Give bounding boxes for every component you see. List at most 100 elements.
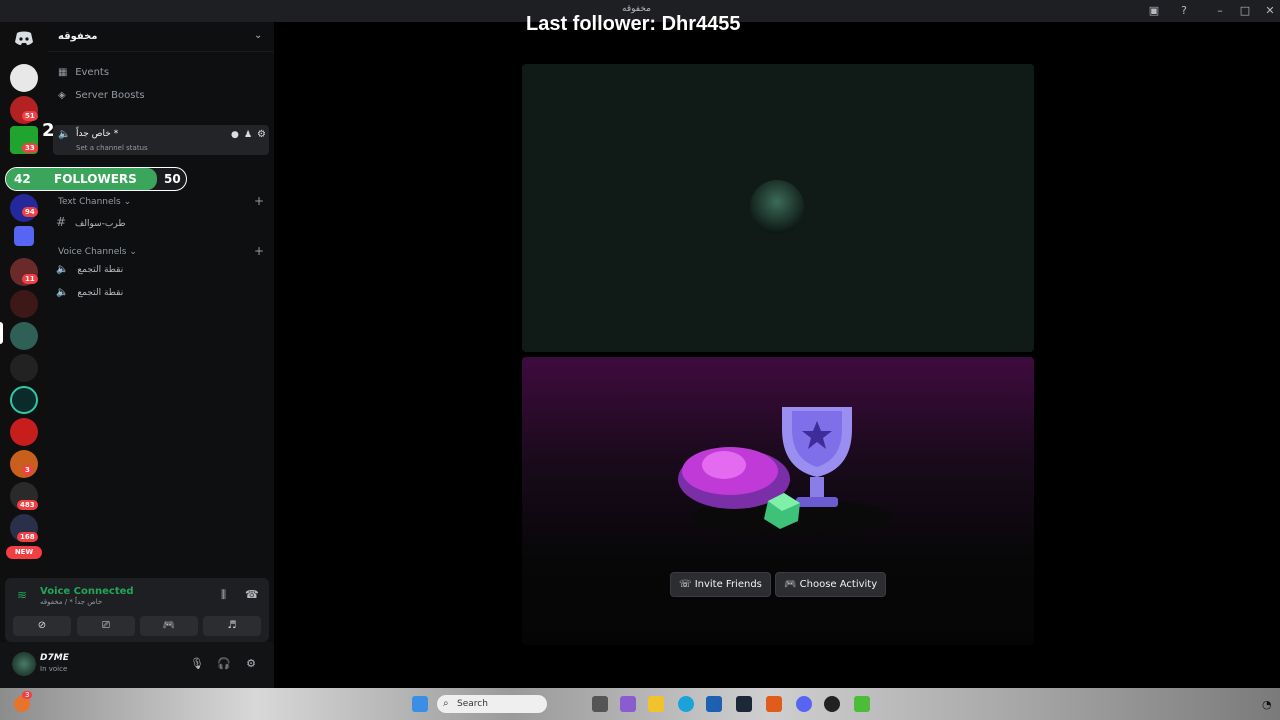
choose-activity-label: Choose Activity (799, 579, 878, 590)
invite-friends-label: Invite Friends (694, 579, 762, 590)
category-voice-label: Voice Channels (58, 247, 127, 257)
server-name: مخفوقه (58, 31, 98, 42)
discord-taskbar-icon[interactable] (796, 696, 812, 712)
voice-connected-channel[interactable]: خاص جداً * / مخفوقه (40, 598, 102, 606)
channel-status-hint[interactable]: Set a channel status (76, 144, 148, 152)
minimize-button[interactable]: – (1212, 3, 1228, 19)
gear-icon[interactable]: ⚙ (244, 657, 258, 671)
edge-icon[interactable] (678, 696, 694, 712)
member-count: 2 (42, 120, 55, 141)
selected-server-indicator (0, 322, 3, 344)
invite-icon[interactable]: ♟ (244, 130, 252, 140)
discord-home-icon[interactable] (10, 24, 38, 52)
new-badge[interactable]: NEW (6, 546, 42, 559)
server-boosts-item[interactable]: ◈ Server Boosts (58, 90, 258, 110)
maximize-button[interactable]: □ (1237, 3, 1253, 19)
voice-connected-title: Voice Connected (40, 586, 134, 597)
server-icon[interactable] (10, 322, 38, 350)
server-boosts-label: Server Boosts (75, 90, 145, 101)
followers-goal-bar: 42 FOLLOWERS 50 (5, 167, 187, 191)
disconnect-icon[interactable]: ☎ (245, 588, 259, 601)
notifications-icon[interactable]: ◔ (1262, 698, 1272, 711)
app-icon[interactable] (766, 696, 782, 712)
choose-activity-button[interactable]: 🎮 Choose Activity (775, 572, 887, 597)
participant-avatar (750, 180, 804, 234)
username: D7ME (40, 653, 69, 663)
close-button[interactable]: ✕ (1262, 3, 1278, 19)
events-item[interactable]: ▦ Events (58, 67, 258, 87)
hash-icon: # (56, 215, 67, 229)
category-voice[interactable]: Voice Channels ⌄ (58, 247, 137, 257)
gamepad-icon: 🎮 (784, 579, 800, 590)
signal-icon[interactable]: ≋ (17, 588, 27, 602)
boost-icon: ◈ (58, 90, 66, 101)
mention-badge: 51 (22, 111, 38, 121)
text-channel-name: طرب-سوالف (74, 219, 126, 229)
voice-channel[interactable]: 🔈 نقطة التجمع (56, 287, 266, 307)
speaker-icon: 🔈 (56, 264, 69, 275)
task-view-icon[interactable] (592, 696, 608, 712)
voice-connected-panel: ≋ Voice Connected خاص جداً * / مخفوقه ⫼ … (5, 578, 269, 642)
category-text[interactable]: Text Channels ⌄ (58, 197, 131, 207)
last-follower-title: Last follower: Dhr4455 (526, 13, 741, 35)
noise-suppression-icon[interactable]: ⫼ (221, 588, 226, 602)
avatar[interactable] (12, 652, 36, 676)
search-placeholder: Search (457, 699, 488, 709)
followers-goal: 50 (164, 172, 181, 186)
speaker-icon: 🔈 (58, 129, 71, 140)
mention-badge: 483 (17, 500, 38, 510)
add-channel-icon[interactable]: + (254, 244, 264, 258)
microphone-icon[interactable]: 🎙 (190, 657, 204, 671)
screen-share-button[interactable]: ⎚ (77, 616, 135, 636)
mention-badge: 33 (22, 143, 38, 153)
voice-channel-name: خاص جداً * (76, 129, 119, 139)
add-channel-icon[interactable]: + (254, 194, 264, 208)
folder-icon[interactable] (14, 226, 34, 246)
app-icon[interactable] (854, 696, 870, 712)
server-icon[interactable] (10, 418, 38, 446)
mention-badge: 168 (17, 532, 38, 542)
activity-button[interactable]: 🎮 (140, 616, 198, 636)
camera-off-button[interactable]: ⊘ (13, 616, 71, 636)
server-icon[interactable] (10, 354, 38, 382)
server-icon[interactable] (10, 64, 38, 92)
chevron-down-icon: ⌄ (254, 30, 263, 41)
soundboard-button[interactable]: ♬ (203, 616, 261, 636)
voice-channel-name: نقطة التجمع (77, 265, 124, 275)
help-icon[interactable]: ? (1176, 3, 1192, 19)
activity-tile: ☏ Invite Friends 🎮 Choose Activity (522, 357, 1034, 645)
voice-channel-name: نقطة التجمع (77, 288, 124, 298)
server-icon[interactable] (10, 386, 38, 414)
app-icon[interactable] (620, 696, 636, 712)
trophy-illustration (678, 407, 892, 535)
followers-label: FOLLOWERS (54, 172, 137, 186)
mention-badge: 94 (22, 207, 38, 217)
events-label: Events (75, 67, 110, 78)
notification-badge: 3 (22, 691, 33, 699)
calendar-icon: ▦ (58, 67, 68, 78)
mention-badge: 11 (22, 274, 38, 284)
voice-channel[interactable]: 🔈 نقطة التجمع (56, 264, 266, 284)
windows-taskbar: 3 ⌕ Search ◔ (0, 688, 1280, 720)
gear-icon[interactable]: ⚙ (257, 129, 266, 140)
search-icon: ⌕ (443, 698, 449, 709)
obs-icon[interactable] (824, 696, 840, 712)
chat-icon[interactable]: ● (231, 130, 239, 140)
text-channel[interactable]: # طرب-سوالف (56, 215, 266, 235)
taskbar-search[interactable]: ⌕ Search (437, 695, 547, 713)
invite-icon: ☏ (679, 579, 695, 590)
invite-friends-button[interactable]: ☏ Invite Friends (670, 572, 771, 597)
headphones-icon[interactable]: 🎧 (217, 657, 231, 671)
user-status: In voice (40, 665, 68, 673)
category-text-label: Text Channels (58, 197, 121, 207)
inbox-icon[interactable]: ▣ (1146, 3, 1162, 19)
file-explorer-icon[interactable] (648, 696, 664, 712)
active-voice-channel[interactable]: 🔈 خاص جداً * Set a channel status ● ♟ ⚙ (53, 125, 269, 155)
participant-tile[interactable] (522, 64, 1034, 352)
server-header[interactable]: مخفوقه ⌄ (48, 22, 274, 52)
start-icon[interactable] (412, 696, 428, 712)
user-panel: D7ME In voice 🎙 🎧 ⚙ (0, 642, 274, 688)
store-icon[interactable] (706, 696, 722, 712)
steam-icon[interactable] (736, 696, 752, 712)
server-icon[interactable] (10, 290, 38, 318)
